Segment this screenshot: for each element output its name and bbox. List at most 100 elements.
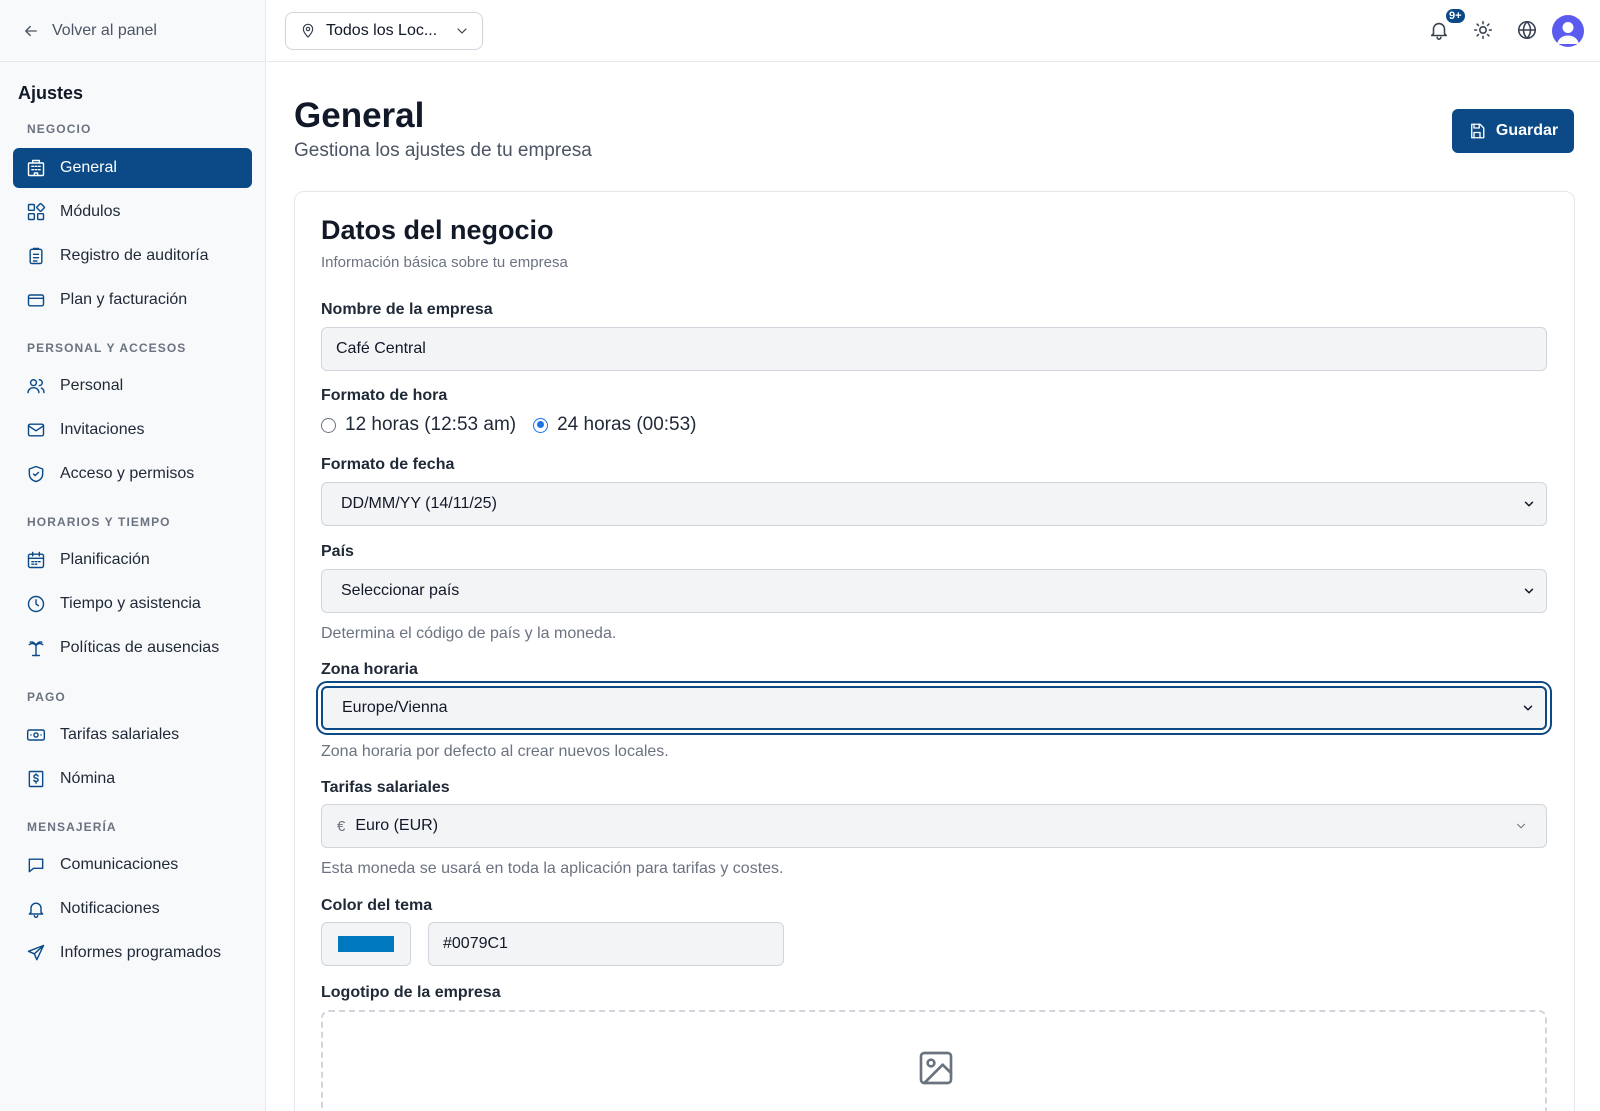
- time-format-radio-group: 12 horas (12:53 am) 24 horas (00:53): [321, 414, 714, 436]
- sidebar-item-tiempo[interactable]: Tiempo y asistencia: [13, 584, 252, 624]
- country-label: País: [321, 543, 354, 560]
- chevron-down-icon: [1523, 705, 1533, 711]
- currency-select[interactable]: € Euro (EUR): [321, 804, 1547, 848]
- timezone-helper: Zona horaria por defecto al crear nuevos…: [321, 743, 669, 760]
- country-helper: Determina el código de país y la moneda.: [321, 625, 617, 642]
- select-value: DD/MM/YY (14/11/25): [341, 495, 497, 512]
- logo-dropzone[interactable]: [321, 1010, 1547, 1111]
- arrow-left-icon: [25, 25, 37, 36]
- color-swatch: [338, 936, 394, 952]
- sidebar-item-planificacion[interactable]: Planificación: [13, 540, 252, 580]
- save-button[interactable]: Guardar: [1452, 109, 1574, 153]
- radio-indicator: [321, 417, 336, 433]
- select-value: Seleccionar país: [341, 582, 460, 599]
- sidebar-item-label: Tarifas salariales: [60, 726, 180, 743]
- sidebar: Volver al panel Ajustes NEGOCIO General …: [0, 0, 266, 1111]
- sidebar-item-personal[interactable]: Personal: [13, 366, 252, 406]
- sidebar-item-label: Invitaciones: [60, 421, 145, 438]
- globe-icon: [1517, 20, 1537, 40]
- euro-icon: €: [337, 817, 346, 835]
- shield-check-icon: [28, 465, 44, 483]
- location-label: Todos los Loc...: [326, 22, 438, 39]
- sidebar-title: Ajustes: [18, 83, 84, 103]
- bell-icon: [28, 902, 44, 918]
- send-icon: [27, 944, 45, 961]
- location-selector[interactable]: Todos los Loc...: [285, 12, 483, 50]
- time-format-12h-radio[interactable]: 12 horas (12:53 am): [321, 414, 516, 436]
- avatar[interactable]: [1552, 15, 1584, 47]
- time-format-24h-radio[interactable]: 24 horas (00:53): [533, 414, 697, 436]
- users-icon: [27, 379, 45, 394]
- sidebar-item-label: Planificación: [60, 551, 150, 568]
- sidebar-item-label: Nómina: [60, 770, 116, 787]
- language-button[interactable]: [1516, 19, 1540, 43]
- theme-color-label: Color del tema: [321, 897, 433, 914]
- sidebar-item-acceso[interactable]: Acceso y permisos: [13, 454, 252, 494]
- sidebar-item-label: Plan y facturación: [60, 291, 188, 308]
- currency-value: Euro (EUR): [355, 817, 439, 834]
- sidebar-item-label: Acceso y permisos: [60, 465, 195, 482]
- sidebar-item-tarifas[interactable]: Tarifas salariales: [13, 715, 252, 755]
- sidebar-item-nomina[interactable]: Nómina: [13, 759, 252, 799]
- chevron-down-icon: [1524, 588, 1534, 594]
- currency-helper: Esta moneda se usará en toda la aplicaci…: [321, 860, 784, 877]
- company-name-input[interactable]: Café Central: [321, 327, 1547, 371]
- sidebar-item-plan[interactable]: Plan y facturación: [13, 280, 252, 320]
- sidebar-item-ausencias[interactable]: Políticas de ausencias: [13, 628, 252, 668]
- page-subtitle: Gestiona los ajustes de tu empresa: [294, 140, 592, 161]
- image-icon: [919, 1051, 953, 1085]
- sidebar-item-label: Módulos: [60, 203, 121, 220]
- radio-indicator-selected: [533, 417, 549, 433]
- currency-label: Tarifas salariales: [321, 779, 450, 796]
- sidebar-item-general[interactable]: General: [13, 148, 252, 188]
- section-negocio: NEGOCIO: [27, 122, 92, 136]
- section-mensajeria: MENSAJERÍA: [27, 820, 117, 834]
- theme-toggle-button[interactable]: [1472, 19, 1496, 43]
- sidebar-item-label: Tiempo y asistencia: [60, 595, 201, 612]
- sidebar-item-label: Políticas de ausencias: [60, 639, 220, 656]
- country-select[interactable]: Seleccionar país: [321, 569, 1547, 613]
- save-icon: [1470, 123, 1485, 139]
- date-format-label: Formato de fecha: [321, 456, 455, 473]
- sidebar-item-invitaciones[interactable]: Invitaciones: [13, 410, 252, 450]
- calendar-icon: [27, 551, 45, 569]
- topbar: Todos los Loc...: [267, 0, 1600, 62]
- mail-icon: [27, 423, 45, 437]
- save-button-label: Guardar: [1495, 122, 1559, 139]
- page-title: General: [294, 96, 425, 135]
- timezone-select[interactable]: Europe/Vienna: [321, 686, 1547, 730]
- sidebar-item-auditoria[interactable]: Registro de auditoría: [13, 236, 252, 276]
- sidebar-item-informes[interactable]: Informes programados: [13, 933, 252, 973]
- radio-label: 24 horas (00:53): [557, 414, 697, 435]
- date-format-select[interactable]: DD/MM/YY (14/11/25): [321, 482, 1547, 526]
- sidebar-item-comunicaciones[interactable]: Comunicaciones: [13, 845, 252, 885]
- sidebar-item-modulos[interactable]: Módulos: [13, 192, 252, 232]
- section-pago: PAGO: [27, 690, 66, 704]
- section-personal: PERSONAL Y ACCESOS: [27, 341, 187, 355]
- sidebar-item-label: Registro de auditoría: [60, 247, 209, 264]
- select-value: Europe/Vienna: [342, 699, 448, 716]
- sidebar-item-label: Notificaciones: [60, 900, 160, 917]
- clock-icon: [27, 595, 45, 613]
- sidebar-item-label: General: [60, 159, 117, 176]
- time-format-label: Formato de hora: [321, 387, 448, 404]
- logo-label: Logotipo de la empresa: [321, 984, 501, 1001]
- back-to-dashboard-link[interactable]: Volver al panel: [0, 0, 265, 62]
- map-pin-icon: [302, 23, 314, 38]
- radio-label: 12 horas (12:53 am): [345, 414, 517, 435]
- credit-card-icon: [27, 294, 45, 307]
- chevron-down-icon: [1516, 823, 1526, 829]
- sidebar-item-label: Informes programados: [60, 944, 221, 961]
- message-square-icon: [28, 858, 44, 873]
- banknote-icon: [26, 729, 46, 741]
- card-subtitle: Información básica sobre tu empresa: [321, 254, 568, 271]
- palm-tree-icon: [28, 641, 44, 657]
- chevron-down-icon: [1524, 501, 1534, 507]
- sidebar-item-label: Comunicaciones: [60, 856, 179, 873]
- section-horarios: HORARIOS Y TIEMPO: [27, 515, 171, 529]
- company-name-label: Nombre de la empresa: [321, 301, 493, 318]
- theme-color-picker[interactable]: [321, 922, 411, 966]
- theme-color-hex-input[interactable]: #0079C1: [428, 922, 784, 966]
- user-avatar-icon: [1557, 22, 1579, 44]
- sidebar-item-notificaciones[interactable]: Notificaciones: [13, 889, 252, 929]
